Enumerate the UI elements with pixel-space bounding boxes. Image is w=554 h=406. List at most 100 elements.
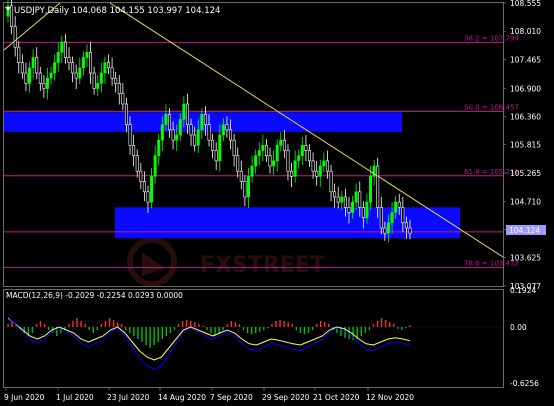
time-axis-label: 29 Sep 2020 bbox=[262, 393, 310, 402]
candle-body bbox=[207, 124, 211, 141]
candle-body bbox=[229, 129, 233, 141]
candle-body bbox=[390, 212, 394, 224]
candle-body bbox=[254, 155, 258, 167]
candle-body bbox=[189, 124, 193, 136]
candle-body bbox=[325, 160, 329, 172]
chart-canvas[interactable]: FXSTREET 38.2 = 107.79450.0 = 106.45761.… bbox=[0, 0, 554, 406]
watermark-logo: FXSTREET bbox=[127, 237, 325, 287]
candle-body bbox=[404, 222, 408, 229]
candle-body bbox=[318, 165, 322, 177]
macd-panel-frame bbox=[3, 289, 504, 388]
time-axis-label: 21 Oct 2020 bbox=[313, 393, 360, 402]
time-axis-label: 14 Aug 2020 bbox=[158, 393, 206, 402]
candle-body bbox=[315, 170, 319, 177]
watermark-text: FXSTREET bbox=[200, 253, 325, 278]
candle-body bbox=[261, 145, 265, 151]
candle-body bbox=[81, 57, 85, 69]
candle-body bbox=[275, 145, 279, 162]
macd-axis-label: 0.00 bbox=[510, 323, 527, 332]
price-axis-label: 108.555 bbox=[510, 0, 541, 8]
candle-body bbox=[20, 62, 24, 74]
current-price-label: 104.124 bbox=[509, 226, 540, 235]
price-axis-label: 105.265 bbox=[510, 169, 541, 178]
candle-body bbox=[351, 201, 355, 213]
candle-body bbox=[160, 124, 164, 141]
candle-body bbox=[264, 145, 268, 156]
candle-body bbox=[218, 134, 222, 162]
candle-body bbox=[397, 201, 401, 208]
macd-title: MACD(12,26,9) -0.2029 -0.2254 0.0293 0.0… bbox=[6, 291, 183, 300]
candle-body bbox=[63, 41, 67, 58]
candle-body bbox=[354, 191, 358, 203]
candle-body bbox=[221, 124, 225, 136]
lower-zone bbox=[115, 207, 460, 239]
candle-body bbox=[343, 196, 347, 208]
candle-body bbox=[401, 207, 405, 224]
candle-body bbox=[386, 222, 390, 234]
candle-body bbox=[124, 103, 128, 125]
candle-body bbox=[175, 134, 179, 141]
candle-body bbox=[60, 41, 64, 53]
candle-body bbox=[178, 119, 182, 136]
candle-body bbox=[71, 62, 75, 74]
candle-body bbox=[139, 170, 143, 182]
candle-body bbox=[196, 129, 200, 146]
candle-body bbox=[211, 139, 215, 151]
candle-body bbox=[150, 176, 154, 203]
candle-body bbox=[114, 77, 118, 84]
candle-body bbox=[146, 191, 150, 203]
candle-body bbox=[290, 170, 294, 177]
price-axis-label: 104.710 bbox=[510, 198, 541, 207]
time-axis-label: 7 Sep 2020 bbox=[210, 393, 253, 402]
candle-body bbox=[164, 114, 168, 125]
candle-body bbox=[171, 129, 175, 141]
candle-body bbox=[99, 72, 103, 84]
candle-body bbox=[307, 150, 311, 162]
candle-body bbox=[361, 207, 365, 218]
candle-body bbox=[96, 83, 100, 89]
candle-body bbox=[246, 176, 250, 198]
candle-body bbox=[329, 170, 333, 193]
candle-body bbox=[103, 62, 107, 74]
candle-body bbox=[78, 67, 82, 79]
macd-axis-label: -0.6256 bbox=[510, 379, 539, 388]
candle-body bbox=[239, 170, 243, 182]
candle-body bbox=[297, 155, 301, 162]
candle-body bbox=[185, 103, 189, 125]
candle-body bbox=[110, 67, 114, 79]
candle-body bbox=[24, 72, 28, 84]
candle-body bbox=[193, 134, 197, 146]
candle-body bbox=[38, 72, 42, 84]
candle-body bbox=[153, 155, 157, 177]
candle-body bbox=[74, 72, 78, 79]
trading-chart-window[interactable]: FXSTREET 38.2 = 107.794 50.0 = 106.457 61.… bbox=[0, 0, 554, 406]
main-panel-frame bbox=[3, 2, 504, 287]
candle-body bbox=[383, 227, 387, 234]
candle-body bbox=[279, 139, 283, 146]
candle-body bbox=[225, 124, 229, 131]
candle-body bbox=[333, 191, 337, 198]
price-axis-label: 107.465 bbox=[510, 55, 541, 64]
candle-body bbox=[28, 67, 32, 84]
candle-body bbox=[232, 139, 236, 156]
candle-body bbox=[157, 139, 161, 156]
candle-body bbox=[17, 46, 21, 63]
candle-body bbox=[56, 52, 60, 63]
candle-body bbox=[182, 103, 186, 120]
candle-body bbox=[322, 160, 326, 167]
time-axis-label: 12 Nov 2020 bbox=[366, 393, 414, 402]
candle-body bbox=[142, 181, 146, 193]
candle-body bbox=[107, 62, 111, 69]
price-axis-label: 106.360 bbox=[510, 112, 541, 121]
candle-body bbox=[203, 114, 207, 125]
candle-body bbox=[117, 83, 121, 94]
candle-body bbox=[200, 114, 204, 131]
candle-body bbox=[35, 57, 39, 74]
candle-body bbox=[67, 57, 71, 63]
candle-body bbox=[236, 155, 240, 172]
macd-axis-label: 0.1924 bbox=[510, 286, 536, 295]
candle-body bbox=[49, 72, 53, 79]
candle-body bbox=[293, 160, 297, 177]
candle-body bbox=[286, 150, 290, 172]
candle-body bbox=[85, 52, 89, 58]
